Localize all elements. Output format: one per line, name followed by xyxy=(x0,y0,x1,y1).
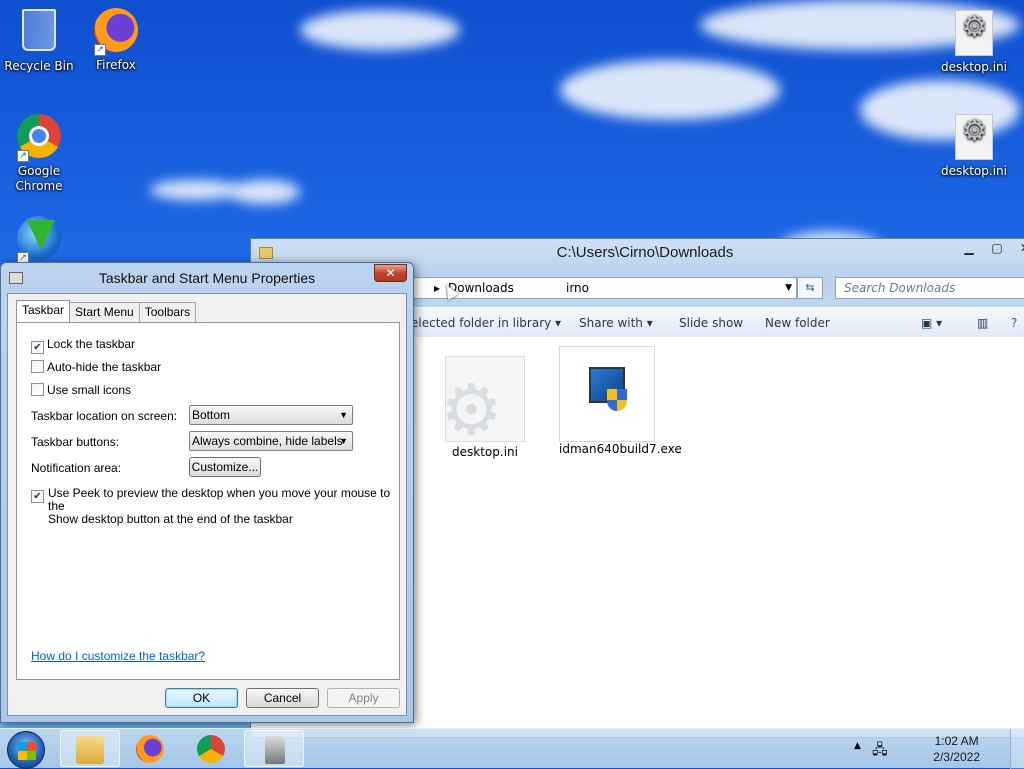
checkbox-label: Lock the taskbar xyxy=(47,337,136,351)
show-desktop-button[interactable] xyxy=(1010,729,1024,769)
clock[interactable]: 1:02 AM 2/3/2022 xyxy=(933,733,980,765)
address-bar[interactable]: irno ▸ Downloads ▼ xyxy=(401,277,797,299)
buttons-value: Always combine, hide labels xyxy=(192,434,343,448)
file-name: idman640build7.exe xyxy=(559,442,682,456)
help-icon[interactable]: ? xyxy=(1011,316,1017,330)
cloud xyxy=(230,180,300,204)
close-button[interactable]: ✕ xyxy=(1011,239,1024,259)
maximize-button[interactable]: ▢ xyxy=(983,239,1011,259)
chevron-down-icon[interactable]: ▼ xyxy=(785,278,792,298)
tab-panel: ✔ Lock the taskbar Auto-hide the taskbar … xyxy=(16,322,400,680)
clock-date: 2/3/2022 xyxy=(933,750,980,764)
small-icons-option[interactable]: Use small icons xyxy=(31,383,131,397)
desktop-icon-label: desktop.ini xyxy=(941,164,1007,178)
checkbox-label: Auto-hide the taskbar xyxy=(47,360,162,374)
chevron-down-icon: ▼ xyxy=(339,410,348,420)
desktop-icon-desktop-ini[interactable]: desktop.ini xyxy=(936,10,1012,75)
peek-checkbox[interactable]: ✔ xyxy=(31,490,44,503)
cancel-button[interactable]: Cancel xyxy=(246,688,319,708)
refresh-button[interactable]: ⇆ xyxy=(797,277,823,299)
buttons-select[interactable]: Always combine, hide labels ▼ xyxy=(189,431,353,451)
preview-pane-icon[interactable]: ▥ xyxy=(977,316,988,330)
customize-button[interactable]: Customize... xyxy=(189,457,261,477)
desktop-icon-desktop-ini-2[interactable]: desktop.ini xyxy=(936,114,1012,179)
close-button[interactable]: ✕ xyxy=(374,264,407,282)
cloud xyxy=(300,10,460,50)
chevron-right-icon[interactable]: ▸ xyxy=(434,278,440,298)
buttons-label: Taskbar buttons: xyxy=(31,435,120,449)
slideshow-button[interactable]: Slide show xyxy=(679,316,743,330)
tab-toolbars[interactable]: Toolbars xyxy=(138,302,197,322)
desktop-icon-label: Google Chrome xyxy=(15,164,63,193)
installer-icon xyxy=(579,363,635,423)
search-input[interactable]: Search Downloads xyxy=(835,277,1024,299)
taskbar-explorer[interactable] xyxy=(60,730,120,767)
location-label: Taskbar location on screen: xyxy=(31,409,178,423)
chevron-down-icon: ▼ xyxy=(339,436,348,446)
checkbox-label: Use Peek to preview the desktop when you… xyxy=(48,486,391,513)
taskbar-firefox[interactable] xyxy=(121,730,181,767)
small-icons-checkbox[interactable] xyxy=(31,383,44,396)
settings-file-icon xyxy=(440,356,525,445)
auto-hide-checkbox[interactable] xyxy=(31,360,44,373)
chrome-icon xyxy=(197,735,225,763)
minimize-button[interactable]: ▁ xyxy=(955,239,983,259)
checkbox-label: Use small icons xyxy=(47,383,132,397)
close-icon: ✕ xyxy=(385,266,396,280)
peek-option[interactable]: ✔ Use Peek to preview the desktop when y… xyxy=(31,487,391,526)
settings-file-icon xyxy=(950,114,998,162)
lock-taskbar-checkbox[interactable]: ✔ xyxy=(31,341,44,354)
cloud xyxy=(560,60,780,120)
auto-hide-option[interactable]: Auto-hide the taskbar xyxy=(31,360,161,374)
address-segment-user[interactable]: irno xyxy=(566,278,589,298)
desktop-icon-recycle-bin[interactable]: Recycle Bin xyxy=(1,6,77,74)
dialog-title: Taskbar and Start Menu Properties xyxy=(98,270,316,286)
explorer-title: C:\Users\Cirno\Downloads xyxy=(556,244,734,261)
notification-label: Notification area: xyxy=(31,461,122,475)
include-in-library-menu[interactable]: elected folder in library ▾ xyxy=(411,316,561,330)
taskbar-chrome[interactable] xyxy=(182,730,242,767)
tab-start-menu[interactable]: Start Menu xyxy=(69,302,140,322)
location-value: Bottom xyxy=(192,408,231,422)
download-manager-icon: ↗ xyxy=(15,216,63,264)
desktop-icon-label: desktop.ini xyxy=(941,60,1007,74)
location-select[interactable]: Bottom ▼ xyxy=(189,405,353,425)
folder-icon xyxy=(76,736,104,764)
recycle-bin-icon xyxy=(15,9,63,57)
dialog-body: Taskbar Start Menu Toolbars ✔ Lock the ta… xyxy=(7,293,407,716)
desktop-icon-chrome[interactable]: ↗ Google Chrome xyxy=(1,112,77,194)
settings-file-icon xyxy=(950,10,998,58)
refresh-icon: ⇆ xyxy=(805,281,815,294)
help-link[interactable]: How do I customize the taskbar? xyxy=(31,649,205,663)
new-folder-button[interactable]: New folder xyxy=(765,316,830,330)
notification-area: ▲ 🖧 1:02 AM 2/3/2022 xyxy=(854,729,1024,769)
ok-button[interactable]: OK xyxy=(165,688,238,708)
desktop-icon-firefox[interactable]: ↗ Firefox xyxy=(78,6,154,73)
checkbox-label: Show desktop button at the end of the ta… xyxy=(48,512,293,526)
network-icon[interactable]: 🖧 xyxy=(872,739,888,763)
desktop-icon-idm[interactable]: ↗ xyxy=(1,214,77,266)
clock-time: 1:02 AM xyxy=(934,734,979,748)
share-with-menu[interactable]: Share with ▾ xyxy=(579,316,653,330)
desktop-icon-label: Recycle Bin xyxy=(4,59,74,73)
firefox-icon: ↗ xyxy=(92,8,140,56)
file-item[interactable]: desktop.ini xyxy=(437,348,533,460)
apply-button[interactable]: Apply xyxy=(327,688,400,708)
taskbar-properties-icon xyxy=(265,736,285,764)
view-options-icon[interactable]: ▣ ▾ xyxy=(921,316,942,330)
show-hidden-icons-icon[interactable]: ▲ xyxy=(854,741,861,751)
taskbar-properties-dialog[interactable]: Taskbar and Start Menu Properties ✕ Task… xyxy=(0,262,414,723)
cloud xyxy=(150,180,240,200)
lock-taskbar-option[interactable]: ✔ Lock the taskbar xyxy=(31,337,135,354)
chrome-icon: ↗ xyxy=(15,114,63,162)
address-segment-downloads[interactable]: Downloads xyxy=(448,278,514,298)
file-item-selected[interactable] xyxy=(559,346,655,442)
desktop-icon-label: Firefox xyxy=(96,58,136,72)
start-button[interactable] xyxy=(7,731,45,769)
taskbar-properties[interactable] xyxy=(244,730,304,767)
firefox-icon xyxy=(136,735,164,763)
tab-taskbar[interactable]: Taskbar xyxy=(16,300,71,322)
taskbar: ▲ 🖧 1:02 AM 2/3/2022 xyxy=(0,728,1024,769)
